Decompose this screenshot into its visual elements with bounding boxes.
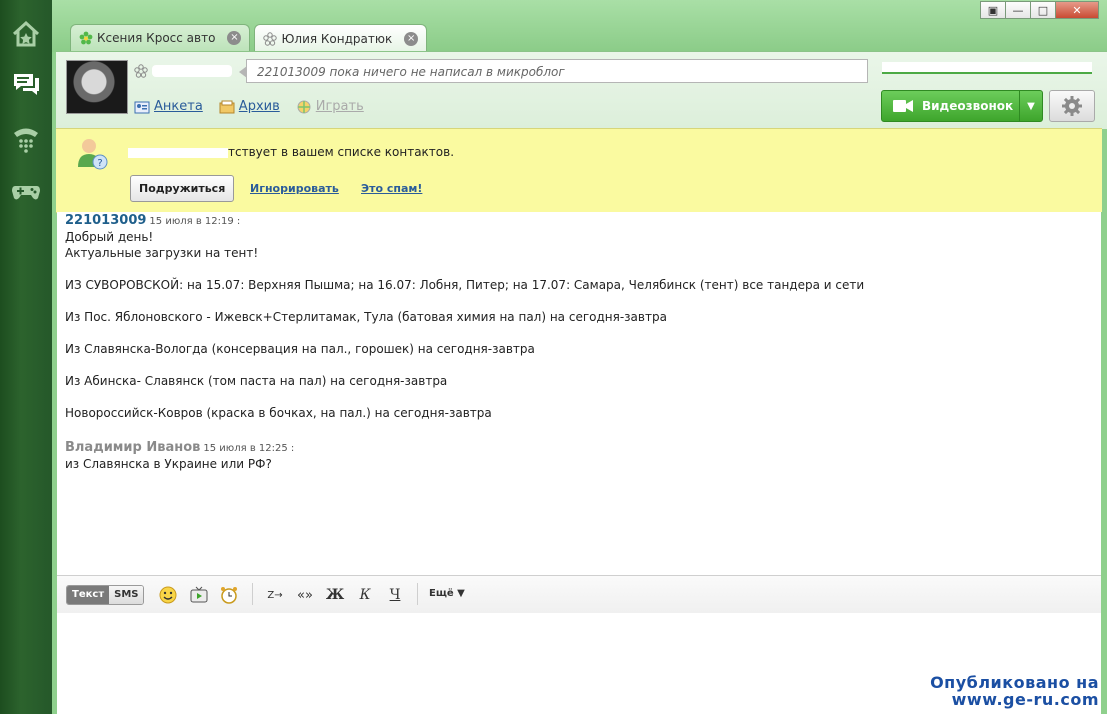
window-border xyxy=(1101,212,1107,714)
video-call-button[interactable]: Видеозвонок ▼ xyxy=(881,90,1043,122)
smiley-icon xyxy=(159,586,177,604)
video-call-label: Видеозвонок xyxy=(922,99,1014,113)
contact-links: Анкета Архив Играть xyxy=(134,99,364,114)
sidebar-games-button[interactable] xyxy=(6,170,46,210)
contact-uid xyxy=(134,64,232,78)
media-button[interactable] xyxy=(189,585,209,605)
game-ball-icon xyxy=(297,100,311,113)
watermark-line: www.ge-ru.com xyxy=(951,690,1099,709)
mode-switch: Текст SMS xyxy=(66,585,145,605)
play-link[interactable]: Играть xyxy=(296,99,364,114)
message-line: ИЗ СУВОРОВСКОЙ: на 15.07: Верхняя Пышма;… xyxy=(65,278,865,292)
message-history: 221013009 15 июля в 12:19 : Добрый день! … xyxy=(57,212,1101,575)
video-camera-icon xyxy=(893,100,913,112)
redacted-area xyxy=(128,147,228,158)
ignore-link[interactable]: Игнорировать xyxy=(250,182,339,195)
underline-button[interactable]: Ч xyxy=(385,585,405,605)
divider xyxy=(252,583,253,605)
alarm-button[interactable] xyxy=(219,585,239,605)
author-name: Владимир Иванов xyxy=(65,440,201,455)
message-author: 221013009 15 июля в 12:19 : xyxy=(65,213,240,228)
notice-text: тствует в вашем списке контактов. xyxy=(228,145,455,159)
microblog-status-field[interactable]: 221013009 пока ничего не написал в микро… xyxy=(239,59,868,83)
tab-close-button[interactable]: × xyxy=(404,31,419,46)
maximize-button[interactable]: □ xyxy=(1030,1,1056,19)
archive-link-label: Архив xyxy=(238,99,280,114)
message-line: Добрый день! xyxy=(65,230,154,244)
sms-mode-button[interactable]: SMS xyxy=(109,586,144,604)
divider xyxy=(417,583,418,605)
archive-icon xyxy=(219,100,235,113)
tab-label: Юлия Кондратюк xyxy=(281,31,393,46)
message-line: из Славянска в Украине или РФ? xyxy=(65,457,272,471)
notice-message: тствует в вашем списке контактов. xyxy=(128,145,454,159)
message-author: Владимир Иванов 15 июля в 12:25 : xyxy=(65,440,294,455)
icq-flower-icon xyxy=(263,31,278,46)
smiley-button[interactable] xyxy=(158,585,178,605)
tab-kseniya[interactable]: Ксения Кросс авто × xyxy=(70,24,251,51)
tab-yuliya[interactable]: Юлия Кондратюк × xyxy=(254,24,428,52)
video-call-dropdown[interactable]: ▼ xyxy=(1020,101,1042,112)
sidebar-home-button[interactable] xyxy=(6,14,46,54)
tab-close-button[interactable]: × xyxy=(227,31,242,45)
bold-button[interactable]: Ж xyxy=(325,585,345,605)
befriend-button[interactable]: Подружиться xyxy=(130,175,235,202)
watermark: Опубликовано на www.ge-ru.com xyxy=(930,674,1099,708)
phone-icon xyxy=(14,128,38,153)
profile-link[interactable]: Анкета xyxy=(134,99,203,114)
sidebar-chat-button[interactable] xyxy=(6,64,46,104)
alarm-clock-icon xyxy=(221,587,237,604)
left-sidebar xyxy=(0,0,52,714)
message-line: Из Абинска- Славянск (том паста на пал) … xyxy=(65,374,448,388)
conversation-tabs: Ксения Кросс авто × Юлия Кондратюк × xyxy=(70,24,431,52)
message-line: Из Славянска-Вологда (консервация на пал… xyxy=(65,342,535,356)
unknown-contact-icon: ? xyxy=(78,139,108,170)
window-controls: ▣ — □ ✕ xyxy=(980,1,1099,19)
message-timestamp: 15 июля в 12:25 : xyxy=(203,443,295,454)
quote-button[interactable]: «» xyxy=(295,585,315,605)
home-icon xyxy=(12,20,40,47)
avatar[interactable] xyxy=(66,60,128,114)
svg-text:?: ? xyxy=(97,158,102,169)
sidebar-phone-button[interactable] xyxy=(6,118,46,158)
tv-icon xyxy=(190,586,208,603)
message-timestamp: 15 июля в 12:19 : xyxy=(149,216,241,227)
translit-button[interactable]: Z→ xyxy=(265,585,285,605)
archive-link[interactable]: Архив xyxy=(219,99,280,114)
profile-card-icon xyxy=(134,101,150,113)
watermark-line: Опубликовано на xyxy=(930,673,1099,692)
message-line: Актуальные загрузки на тент! xyxy=(65,246,259,260)
redacted-area xyxy=(882,62,1092,74)
status-flower-icon xyxy=(134,64,148,78)
chat-icon xyxy=(14,74,39,95)
contact-header: 221013009 пока ничего не написал в микро… xyxy=(56,51,1107,129)
profile-link-label: Анкета xyxy=(154,99,203,114)
spam-link[interactable]: Это спам! xyxy=(361,182,422,195)
more-button[interactable]: Ещё ▼ xyxy=(429,588,465,599)
play-link-label: Играть xyxy=(315,99,364,114)
not-in-contacts-notice: ? тствует в вашем списке контактов. Подр… xyxy=(56,128,1102,213)
message-line: Новороссийск-Ковров (краска в бочках, на… xyxy=(65,406,492,420)
redacted-area xyxy=(152,65,232,77)
gamepad-icon xyxy=(12,186,40,200)
compose-toolbar: Текст SMS Z→ «» Ж К Ч Ещё ▼ xyxy=(57,575,1101,614)
gear-icon xyxy=(1062,96,1082,116)
minimize-button[interactable]: — xyxy=(1005,1,1031,19)
close-window-button[interactable]: ✕ xyxy=(1055,1,1099,19)
text-mode-button[interactable]: Текст xyxy=(67,586,110,604)
tab-label: Ксения Кросс авто xyxy=(97,31,216,45)
message-line: Из Пос. Яблоновского - Ижевск+Стерлитама… xyxy=(65,310,667,324)
italic-button[interactable]: К xyxy=(355,585,375,605)
icq-flower-icon xyxy=(79,31,93,45)
settings-button[interactable] xyxy=(1049,90,1095,122)
author-name: 221013009 xyxy=(65,213,147,228)
dock-button[interactable]: ▣ xyxy=(980,1,1006,19)
